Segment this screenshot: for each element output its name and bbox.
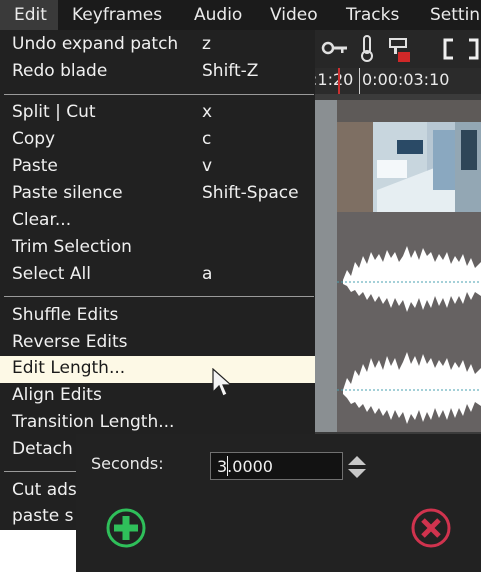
ok-button[interactable] [104,506,148,550]
thermometer-icon[interactable] [359,34,375,62]
menu-item-shortcut: x [202,102,213,122]
menu-item-label: Shuffle Edits [12,305,119,325]
menu-separator [4,94,314,95]
menu-edit-label: Edit [14,5,47,25]
menu-audio[interactable]: Audio [194,0,242,30]
audio-track-1[interactable] [315,212,481,322]
menu-item-label: Undo expand patch [12,34,179,54]
ruler-label-left: :1:20 [315,70,354,89]
audio-waveform-2 [337,352,481,424]
menu-item-clear[interactable]: Clear... [0,208,315,235]
in-point-icon[interactable] [441,38,457,60]
menu-item-label: Select All [12,264,91,284]
cancel-button[interactable] [409,506,453,550]
timeline-toolbar [315,30,481,68]
menu-item-shortcut: Shift-Z [202,61,259,81]
audio-clip-2[interactable] [337,322,481,432]
mouse-pointer-icon [212,368,232,397]
audio-clip-1[interactable] [337,212,481,322]
track-header[interactable] [315,100,337,212]
menu-item-reverse-edits[interactable]: Reverse Edits [0,330,315,357]
menu-item-select-all[interactable]: Select All a [0,262,315,289]
audio-track-2[interactable] [315,322,481,432]
audio-waveform-1 [337,246,481,312]
menu-item-paste-silence[interactable]: Paste silence Shift-Space [0,181,315,208]
video-thumbnail [337,100,481,212]
menu-item-label: Align Edits [12,385,102,405]
menu-item-shortcut: c [202,129,212,149]
ruler-label-right: 0:00:03:10 [362,70,450,89]
menu-separator [4,296,314,297]
menu-bar: Edit Keyframes Audio Video Tracks Settin [0,0,481,30]
playhead[interactable] [338,68,340,94]
out-point-icon[interactable] [467,38,481,60]
timeline-area: :1:20 0:00:03:10 [315,30,481,438]
edit-length-dialog: Seconds: 3.0000 [76,434,481,572]
menu-item-label: Clear... [12,210,72,230]
menu-item-label: Detach [12,439,73,459]
menu-item-label: paste s [12,506,74,526]
menu-item-shuffle-edits[interactable]: Shuffle Edits [0,303,315,330]
menu-keyframes[interactable]: Keyframes [72,0,162,30]
video-track[interactable] [315,100,481,212]
menu-item-trim-selection[interactable]: Trim Selection [0,235,315,262]
menu-item-label: Paste silence [12,183,123,203]
menu-item-shortcut: z [202,34,211,54]
menu-tracks[interactable]: Tracks [346,0,399,30]
menu-item-undo[interactable]: Undo expand patch z [0,32,315,59]
menu-item-label: Copy [12,129,56,149]
menu-item-label: Paste [12,156,58,176]
track-header[interactable] [315,322,337,432]
key-icon[interactable] [321,39,349,57]
menu-item-shortcut: a [202,264,213,284]
menu-item-shortcut: v [202,156,213,176]
menu-item-label: Cut ads [12,480,77,500]
menu-item-label: Reverse Edits [12,332,128,352]
track-header[interactable] [315,212,337,322]
seconds-label: Seconds: [91,454,164,473]
menu-item-label: Trim Selection [12,237,132,257]
lock-icon[interactable] [387,35,413,63]
menu-item-shortcut: Shift-Space [202,183,299,203]
menu-item-copy[interactable]: Copy c [0,127,315,154]
menu-item-label: Transition Length... [12,412,175,432]
video-clip[interactable] [337,100,481,212]
menu-item-label: Split | Cut [12,102,96,122]
menu-edit[interactable]: Edit [0,0,58,30]
menu-item-redo[interactable]: Redo blade Shift-Z [0,59,315,86]
menu-item-transition-length[interactable]: Transition Length... [0,410,315,437]
menu-settings[interactable]: Settin [430,0,480,30]
menu-item-paste[interactable]: Paste v [0,154,315,181]
menu-video[interactable]: Video [270,0,318,30]
menu-item-label: Redo blade [12,61,108,81]
seconds-input[interactable]: 3.0000 [210,452,343,480]
seconds-value: 3.0000 [217,457,273,476]
menu-item-label: Edit Length... [12,358,126,378]
spin-arrows-icon[interactable] [347,454,367,480]
menu-item-edit-length[interactable]: Edit Length... [0,356,315,383]
menu-item-split-cut[interactable]: Split | Cut x [0,100,315,127]
text-caret [227,456,228,476]
menu-item-align-edits[interactable]: Align Edits [0,383,315,410]
